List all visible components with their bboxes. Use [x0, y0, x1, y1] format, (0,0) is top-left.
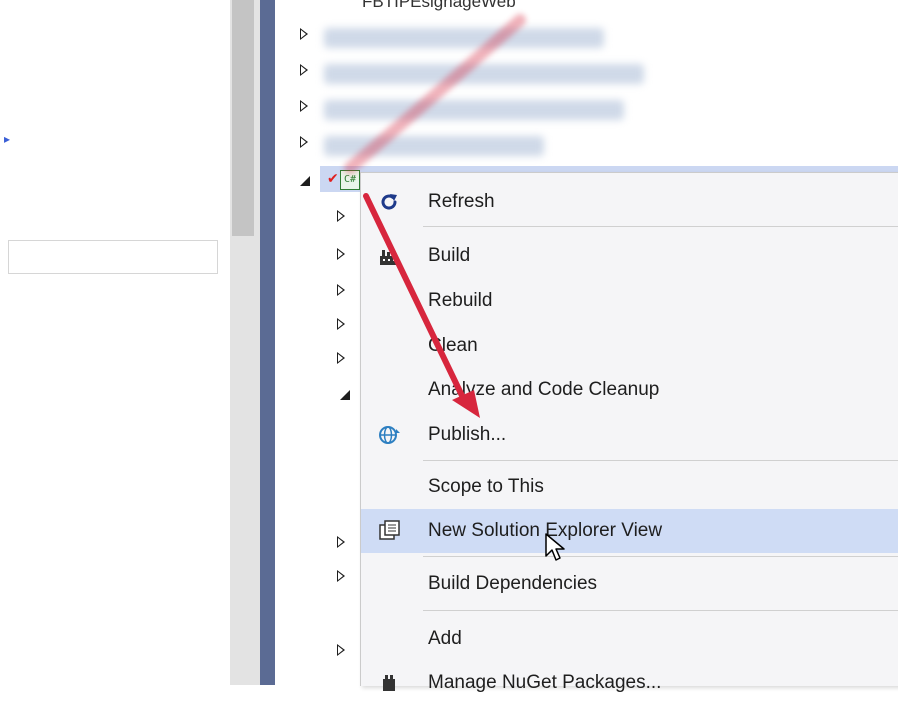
menu-item-rebuild[interactable]: Rebuild	[361, 279, 898, 323]
expand-arrow-icon[interactable]	[337, 248, 345, 260]
expand-arrow-icon[interactable]	[337, 536, 345, 548]
menu-separator	[423, 226, 898, 227]
expand-arrow-icon[interactable]	[300, 64, 308, 76]
expand-arrow-icon[interactable]	[337, 318, 345, 330]
expand-arrow-icon[interactable]	[300, 100, 308, 112]
expand-arrow-icon[interactable]	[337, 570, 345, 582]
menu-item-label: Rebuild	[428, 290, 493, 311]
menu-item-build[interactable]: Build	[361, 234, 898, 278]
menu-item-label: Refresh	[428, 191, 495, 212]
menu-item-refresh[interactable]: Refresh	[361, 180, 898, 224]
menu-item-label: Analyze and Code Cleanup	[428, 379, 660, 400]
blurred-tree-item[interactable]	[324, 28, 604, 48]
expand-arrow-icon[interactable]	[337, 644, 345, 656]
context-menu: Refresh Build Rebuild Clean Analyze and …	[360, 172, 898, 693]
new-view-icon	[377, 519, 401, 543]
menu-item-publish[interactable]: Publish...	[361, 413, 898, 457]
menu-item-add[interactable]: Add	[361, 617, 898, 661]
csharp-project-icon: C#	[340, 170, 360, 190]
nuget-icon	[377, 671, 401, 695]
pane-divider[interactable]	[260, 0, 275, 685]
menu-item-label: Publish...	[428, 424, 507, 445]
expand-arrow-icon[interactable]	[337, 352, 345, 364]
menu-item-label: Manage NuGet Packages...	[428, 672, 662, 693]
blurred-tree-item[interactable]	[324, 136, 544, 156]
menu-item-label: Clean	[428, 335, 478, 356]
left-input-field[interactable]	[8, 240, 218, 274]
menu-item-build-dependencies[interactable]: Build Dependencies	[361, 562, 898, 606]
menu-item-clean[interactable]: Clean	[361, 324, 898, 368]
menu-item-label: Scope to This	[428, 476, 544, 497]
expand-caret-icon[interactable]: ▸	[4, 132, 10, 146]
publish-globe-icon	[377, 423, 401, 447]
menu-separator	[423, 610, 898, 611]
menu-item-new-solution-explorer-view[interactable]: New Solution Explorer View	[361, 509, 898, 553]
expand-arrow-icon[interactable]	[337, 284, 345, 296]
collapse-arrow-icon[interactable]	[340, 390, 350, 400]
menu-item-label: Add	[428, 628, 462, 649]
menu-item-analyze-code-cleanup[interactable]: Analyze and Code Cleanup	[361, 368, 898, 412]
menu-item-scope-to-this[interactable]: Scope to This	[361, 465, 898, 509]
left-pane	[0, 0, 230, 685]
tree-item-label[interactable]: FBTIPEsignageWeb	[362, 0, 516, 12]
build-icon	[377, 244, 401, 268]
menu-item-label: Build Dependencies	[428, 573, 598, 594]
checkmark-icon: ✔	[327, 170, 339, 186]
expand-arrow-icon[interactable]	[300, 28, 308, 40]
expand-arrow-icon[interactable]	[300, 136, 308, 148]
mouse-cursor-icon	[545, 533, 565, 561]
refresh-icon	[377, 190, 401, 214]
scrollbar-thumb[interactable]	[232, 0, 254, 236]
blurred-tree-item[interactable]	[324, 64, 644, 84]
collapse-arrow-icon[interactable]	[300, 176, 310, 186]
expand-arrow-icon[interactable]	[337, 210, 345, 222]
blurred-tree-item[interactable]	[324, 100, 624, 120]
menu-item-manage-nuget[interactable]: Manage NuGet Packages...	[361, 661, 898, 705]
menu-item-label: Build	[428, 245, 471, 266]
menu-separator	[423, 460, 898, 461]
menu-separator	[423, 556, 898, 557]
